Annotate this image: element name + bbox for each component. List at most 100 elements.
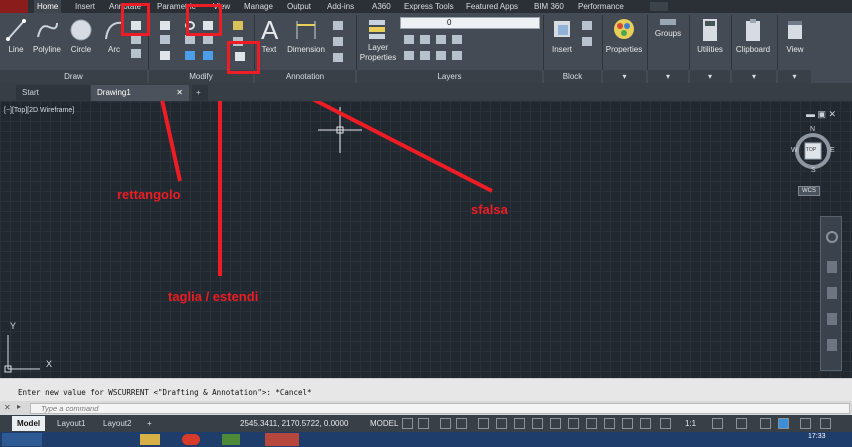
media-taskbar-icon[interactable]	[222, 434, 240, 445]
layout-tab-layout2[interactable]: Layout2	[98, 416, 136, 431]
close-tab-icon[interactable]: ✕	[176, 85, 183, 101]
table-icon[interactable]	[333, 53, 343, 62]
application-menu-button[interactable]	[0, 0, 28, 13]
annotation-scale-icon[interactable]	[660, 418, 671, 429]
grid-icon[interactable]	[402, 418, 413, 429]
mirror-icon[interactable]	[185, 35, 195, 44]
layer-dropdown[interactable]: 0	[400, 17, 540, 29]
groups-button[interactable]: Groups	[651, 17, 685, 39]
osnap-icon[interactable]	[478, 418, 489, 429]
hardware-acceleration-icon[interactable]	[760, 418, 771, 429]
hatch-icon[interactable]	[131, 35, 141, 44]
tab-bim360[interactable]: BIM 360	[531, 0, 567, 13]
erase-icon[interactable]	[233, 21, 243, 30]
selection-cycling-icon[interactable]	[550, 418, 561, 429]
taskbar-clock[interactable]: 17:33	[808, 433, 826, 440]
cursor-coordinates[interactable]: 2545.3411, 2170.5722, 0.0000	[240, 417, 348, 431]
tab-add-ins[interactable]: Add-ins	[324, 0, 357, 13]
stretch-icon[interactable]	[160, 51, 170, 60]
layer-state-icon[interactable]	[404, 35, 414, 44]
tab-insert[interactable]: Insert	[72, 0, 98, 13]
ortho-icon[interactable]	[440, 418, 451, 429]
layer-isolate-icon[interactable]	[420, 35, 430, 44]
polyline-button[interactable]: Polyline	[30, 17, 64, 55]
tab-manage[interactable]: Manage	[241, 0, 276, 13]
array-icon[interactable]	[203, 51, 213, 60]
groups-panel-footer[interactable]: ▾	[648, 70, 688, 83]
gizmo-icon[interactable]	[622, 418, 633, 429]
circle-button[interactable]: Circle	[67, 17, 95, 55]
ribbon-minimize-button[interactable]	[650, 2, 668, 11]
make-current-icon[interactable]	[404, 51, 414, 60]
tab-featured-apps[interactable]: Featured Apps	[463, 0, 521, 13]
close-command-icon[interactable]: ✕	[4, 403, 11, 412]
file-tab-drawing1[interactable]: Drawing1 ✕	[91, 85, 189, 101]
linear-dim-icon[interactable]	[333, 21, 343, 30]
copy-icon[interactable]	[160, 35, 170, 44]
insert-block-button[interactable]: Insert	[547, 17, 577, 55]
model-space-toggle[interactable]: MODEL	[370, 417, 398, 431]
selection-filter-icon[interactable]	[604, 418, 615, 429]
move-icon[interactable]	[160, 21, 170, 30]
customization-icon[interactable]	[800, 418, 811, 429]
tab-home[interactable]: Home	[34, 0, 62, 13]
annotation-panel-title[interactable]: Annotation	[255, 70, 355, 83]
isolate-objects-icon[interactable]	[736, 418, 747, 429]
autocad-taskbar-icon[interactable]	[265, 433, 299, 446]
leader-icon[interactable]	[333, 37, 343, 46]
start-button[interactable]	[2, 433, 42, 446]
clipboard-button[interactable]: Clipboard	[733, 17, 773, 55]
browser-taskbar-icon[interactable]	[182, 434, 200, 445]
fillet-icon[interactable]	[203, 35, 213, 44]
block-panel-title[interactable]: Block	[544, 70, 601, 83]
gradient-icon[interactable]	[131, 49, 141, 58]
command-input[interactable]: Type a command	[30, 403, 850, 414]
layer-walk-icon[interactable]	[436, 51, 446, 60]
otrack-icon[interactable]	[496, 418, 507, 429]
layer-freeze-icon[interactable]	[436, 35, 446, 44]
view-button[interactable]: View	[781, 17, 809, 55]
explorer-taskbar-icon[interactable]	[140, 434, 160, 445]
clipboard-panel-footer[interactable]: ▾	[732, 70, 776, 83]
layer-properties-button[interactable]: Layer Properties	[359, 17, 397, 63]
view-panel-footer[interactable]: ▾	[778, 70, 811, 83]
workspace-switch-icon[interactable]	[712, 418, 723, 429]
annotation-visibility-icon[interactable]	[640, 418, 651, 429]
clean-screen-icon[interactable]	[778, 418, 789, 429]
create-block-icon[interactable]	[582, 21, 592, 30]
tab-express-tools[interactable]: Express Tools	[401, 0, 457, 13]
command-prompt-icon[interactable]: ▸	[17, 402, 21, 411]
scale-icon[interactable]	[185, 51, 195, 60]
transparency-icon[interactable]	[532, 418, 543, 429]
layout-tab-layout1[interactable]: Layout1	[52, 416, 90, 431]
lineweight-icon[interactable]	[514, 418, 525, 429]
polar-icon[interactable]	[456, 418, 467, 429]
properties-button[interactable]: Properties	[604, 17, 644, 55]
status-menu-icon[interactable]	[820, 418, 831, 429]
panel-divider	[602, 15, 603, 70]
line-button[interactable]: Line	[3, 17, 29, 55]
annotation-scale-value[interactable]: 1:1	[685, 417, 696, 431]
layers-panel-title[interactable]: Layers	[357, 70, 542, 83]
dimension-button[interactable]: Dimension	[284, 15, 328, 55]
properties-panel-footer[interactable]: ▾	[603, 70, 646, 83]
new-layout-button[interactable]: +	[142, 416, 157, 431]
layer-lock-icon[interactable]	[452, 51, 462, 60]
utilities-panel-footer[interactable]: ▾	[690, 70, 730, 83]
dynamic-ucs-icon[interactable]	[586, 418, 597, 429]
layout-tab-model[interactable]: Model	[12, 416, 46, 431]
tab-output[interactable]: Output	[284, 0, 314, 13]
tab-performance[interactable]: Performance	[575, 0, 627, 13]
text-button[interactable]: A Text	[257, 15, 281, 55]
file-tab-start[interactable]: Start	[16, 85, 90, 101]
layer-off-icon[interactable]	[452, 35, 462, 44]
draw-panel-title[interactable]: Draw	[0, 70, 147, 83]
new-tab-button[interactable]: +	[192, 85, 208, 101]
match-layer-icon[interactable]	[420, 51, 430, 60]
3d-osnap-icon[interactable]	[568, 418, 579, 429]
edit-block-icon[interactable]	[582, 37, 592, 46]
snap-icon[interactable]	[418, 418, 429, 429]
utilities-button[interactable]: Utilities	[693, 17, 727, 55]
tab-a360[interactable]: A360	[369, 0, 394, 13]
drawing-canvas[interactable]: [−][Top][2D Wireframe] ▬ ▣ ✕ TOP N S E W…	[0, 101, 852, 378]
